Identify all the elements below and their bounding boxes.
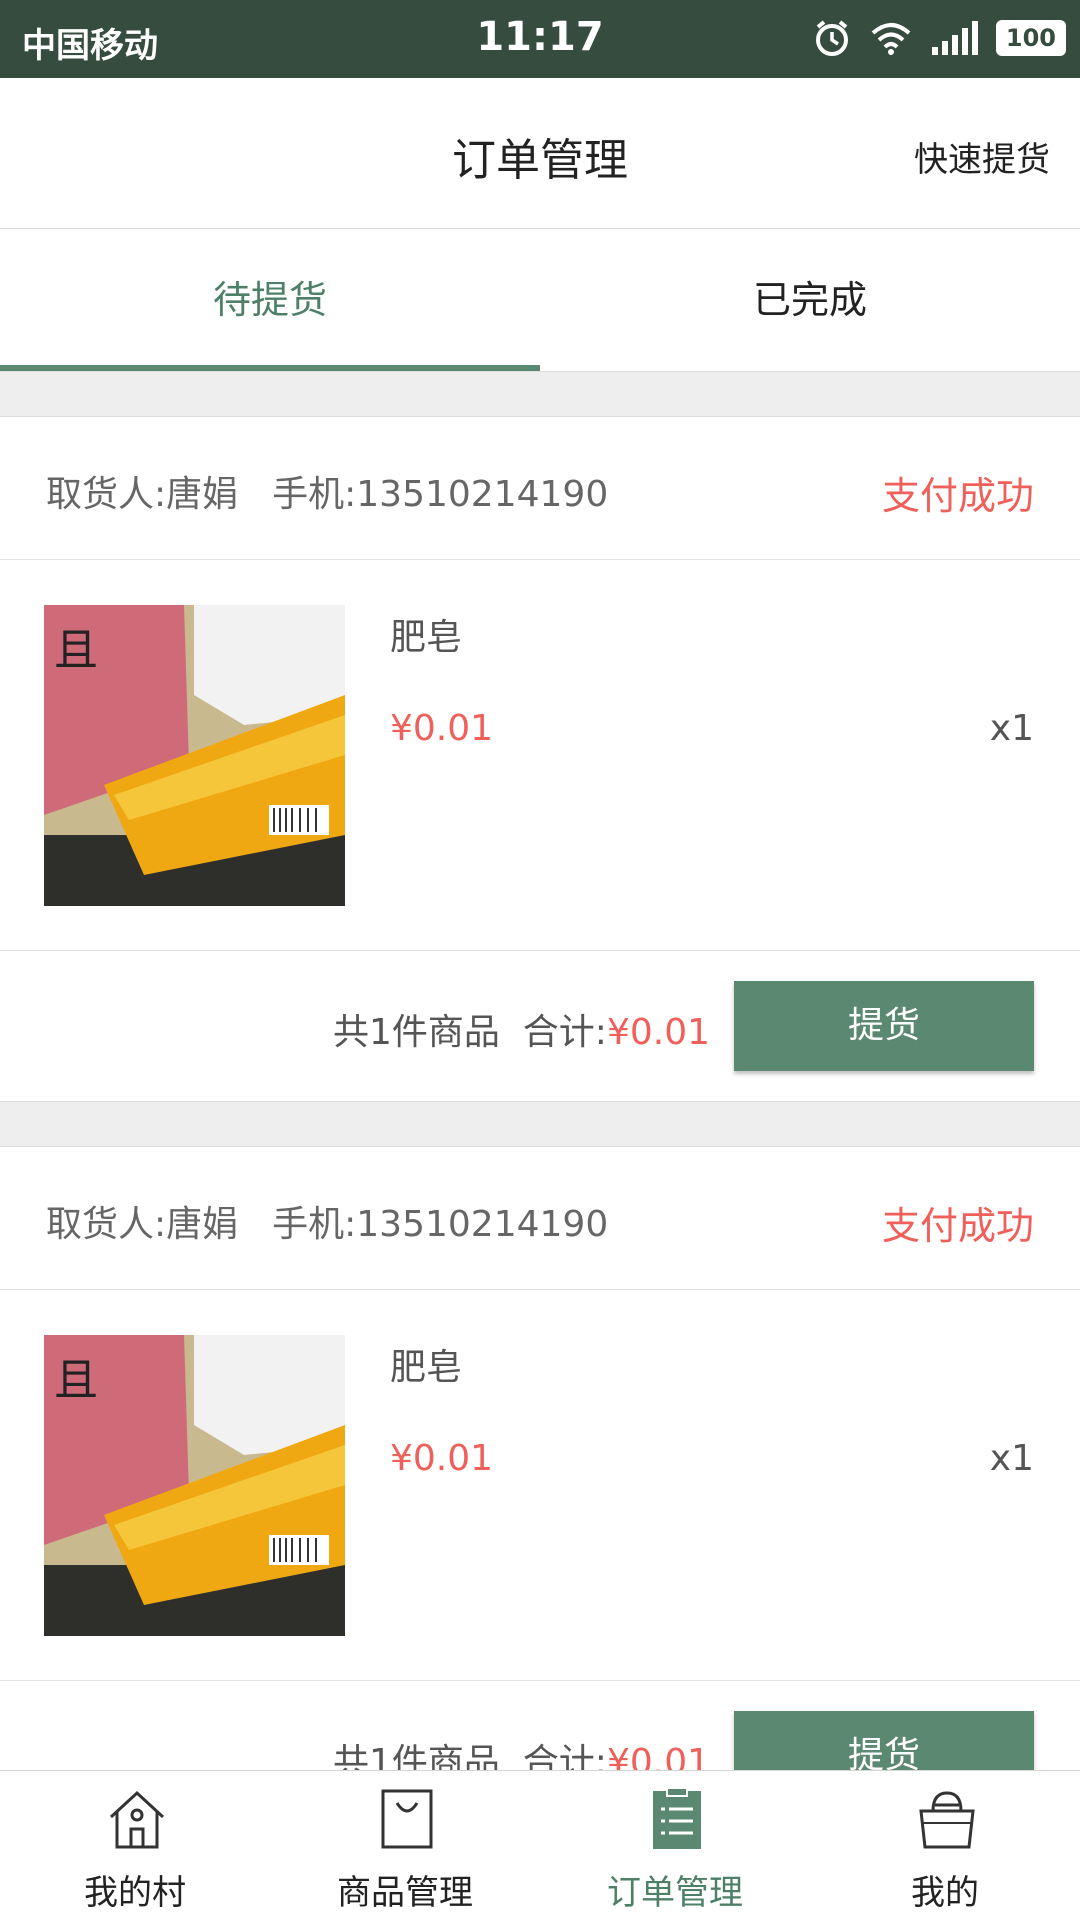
product-quantity: x1: [989, 1438, 1034, 1479]
pickup-info: 取货人:唐娟 手机:13510214190: [46, 1195, 642, 1247]
home-icon: [109, 1790, 165, 1849]
shopping-bag-icon: [381, 1789, 433, 1849]
app-header: 订单管理 快速提货: [0, 78, 1080, 229]
product-thumbnail: 且: [44, 1335, 345, 1636]
nav-item-product-management[interactable]: 商品管理: [270, 1771, 540, 1921]
item-count: 共1件商品: [333, 1012, 500, 1053]
battery-level: 100: [995, 20, 1066, 56]
nav-item-profile[interactable]: 我的: [810, 1771, 1080, 1921]
product-quantity: x1: [989, 708, 1034, 749]
payment-status: 支付成功: [881, 1204, 1034, 1248]
order-tabs: 待提货 已完成: [0, 229, 1080, 371]
pickup-person: 取货人:唐娟: [46, 474, 239, 515]
payment-status: 支付成功: [881, 474, 1034, 518]
product-price: ¥0.01: [390, 708, 494, 749]
section-divider: [0, 1101, 1080, 1147]
status-bar: 中国移动 11:17 100: [0, 0, 1080, 78]
order-card: 取货人:唐娟 手机:13510214190 支付成功 且 肥皂 ¥0.01 x1…: [0, 417, 1080, 1101]
status-icons: 100: [812, 16, 1066, 60]
nav-item-order-management[interactable]: 订单管理: [540, 1771, 810, 1921]
pickup-person: 取货人:唐娟: [46, 1204, 239, 1245]
order-item[interactable]: 且 肥皂 ¥0.01 x1: [0, 1290, 1080, 1681]
order-footer: 共1件商品 合计:¥0.01 提货: [0, 951, 1080, 1101]
bottom-nav: 我的村 商品管理 订单管理 我的: [0, 1770, 1080, 1921]
order-list-icon: [653, 1787, 701, 1849]
pickup-info: 取货人:唐娟 手机:13510214190: [46, 465, 642, 517]
product-name: 肥皂: [390, 1347, 463, 1388]
alarm-icon: [815, 20, 848, 56]
order-header: 取货人:唐娟 手机:13510214190 支付成功: [0, 1147, 1080, 1290]
svg-text:且: 且: [54, 625, 98, 676]
order-card: 取货人:唐娟 手机:13510214190 支付成功 且 肥皂 ¥0.01 x1…: [0, 1147, 1080, 1831]
tab-pending-pickup[interactable]: 待提货: [0, 229, 540, 371]
total-label: 合计:: [522, 1012, 607, 1053]
pickup-phone: 手机:13510214190: [272, 1204, 609, 1245]
signal-icon: [931, 21, 978, 55]
wifi-icon: [871, 23, 911, 55]
product-price: ¥0.01: [390, 1438, 494, 1479]
product-name: 肥皂: [390, 617, 463, 658]
quick-pickup-button[interactable]: 快速提货: [914, 132, 1050, 181]
svg-text:且: 且: [54, 1355, 98, 1406]
pickup-phone: 手机:13510214190: [272, 474, 609, 515]
nav-label: 我的: [911, 1873, 979, 1913]
order-item[interactable]: 且 肥皂 ¥0.01 x1: [0, 560, 1080, 951]
tab-completed[interactable]: 已完成: [540, 229, 1080, 371]
nav-label: 商品管理: [337, 1873, 473, 1913]
nav-label: 订单管理: [607, 1873, 743, 1913]
total-amount: ¥0.01: [606, 1012, 710, 1053]
product-thumbnail: 且: [44, 605, 345, 906]
nav-item-my-village[interactable]: 我的村: [0, 1771, 270, 1921]
nav-label: 我的村: [84, 1873, 186, 1913]
section-divider: [0, 371, 1080, 417]
order-summary: 共1件商品 合计:¥0.01: [333, 1003, 710, 1055]
profile-basket-icon: [919, 1791, 975, 1849]
order-header: 取货人:唐娟 手机:13510214190 支付成功: [0, 417, 1080, 560]
pickup-button[interactable]: 提货: [734, 981, 1034, 1071]
